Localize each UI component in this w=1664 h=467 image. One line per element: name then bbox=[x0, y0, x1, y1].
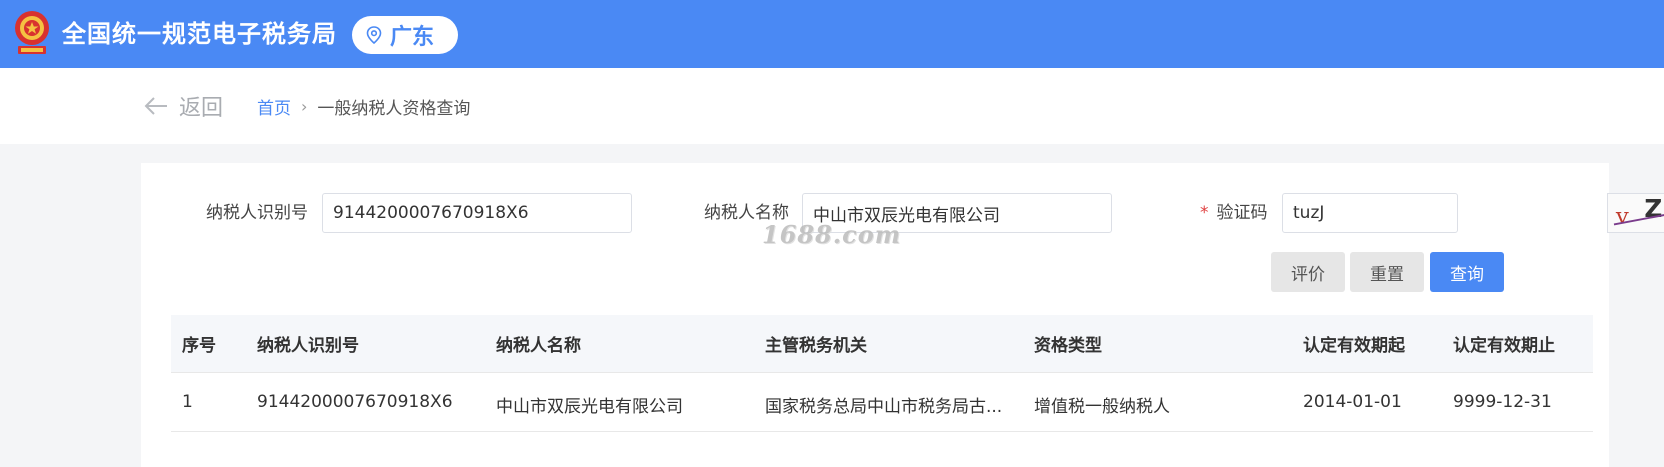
breadcrumb: 首页 › 一般纳税人资格查询 bbox=[257, 94, 470, 119]
top-header: 全国统一规范电子税务局 广东 bbox=[0, 0, 1664, 68]
back-button[interactable]: 返回 bbox=[143, 90, 223, 122]
nav-bar: 返回 首页 › 一般纳税人资格查询 bbox=[0, 68, 1664, 144]
column-header: 纳税人名称 bbox=[496, 336, 581, 356]
table-row[interactable]: 1 9144200007670918X6 中山市双辰光电有限公司 国家税务总局中… bbox=[171, 374, 1593, 432]
captcha-char: v bbox=[1615, 203, 1629, 229]
table-header: 序号 纳税人识别号 纳税人名称 主管税务机关 资格类型 认定有效期起 认定有效期… bbox=[171, 315, 1593, 373]
watermark-1688: 1688.com bbox=[762, 220, 902, 249]
query-button[interactable]: 查询 bbox=[1430, 252, 1504, 292]
cell-valid-from: 2014-01-01 bbox=[1303, 392, 1402, 412]
cell-tax-authority: 国家税务总局中山市税务局古... bbox=[765, 397, 1003, 417]
location-pin-icon bbox=[366, 26, 382, 44]
column-header: 序号 bbox=[182, 336, 216, 356]
back-label: 返回 bbox=[179, 96, 224, 121]
national-tax-emblem-icon bbox=[15, 11, 49, 54]
required-mark: * bbox=[1200, 203, 1209, 223]
column-header: 认定有效期止 bbox=[1453, 336, 1555, 356]
cell-taxpayer-name: 中山市双辰光电有限公司 bbox=[496, 397, 683, 417]
query-card: 纳税人识别号 纳税人名称 * 验证码 v Z Z h 评价 重置 查询 序号 纳税… bbox=[141, 163, 1664, 467]
region-selector[interactable]: 广东 bbox=[352, 16, 458, 54]
captcha-input[interactable] bbox=[1282, 193, 1458, 233]
breadcrumb-home[interactable]: 首页 bbox=[257, 94, 291, 119]
captcha-label-text: 验证码 bbox=[1216, 203, 1268, 223]
evaluate-button[interactable]: 评价 bbox=[1271, 252, 1345, 292]
cell-qualification-type: 增值税一般纳税人 bbox=[1034, 397, 1170, 417]
column-header: 主管税务机关 bbox=[765, 336, 867, 356]
region-label: 广东 bbox=[390, 25, 435, 50]
reset-button[interactable]: 重置 bbox=[1350, 252, 1424, 292]
taxpayer-id-input[interactable] bbox=[322, 193, 632, 233]
cell-taxpayer-id: 9144200007670918X6 bbox=[257, 392, 453, 412]
cell-index: 1 bbox=[182, 392, 193, 412]
column-header: 纳税人识别号 bbox=[257, 336, 359, 356]
captcha-label: * 验证码 bbox=[1200, 193, 1268, 233]
column-header: 认定有效期起 bbox=[1303, 336, 1405, 356]
results-table: 序号 纳税人识别号 纳税人名称 主管税务机关 资格类型 认定有效期起 认定有效期… bbox=[171, 315, 1593, 432]
breadcrumb-separator: › bbox=[301, 97, 308, 116]
taxpayer-id-label: 纳税人识别号 bbox=[206, 203, 308, 223]
captcha-image[interactable]: v Z Z h bbox=[1607, 193, 1664, 233]
arrow-left-icon bbox=[144, 97, 167, 115]
breadcrumb-current: 一般纳税人资格查询 bbox=[317, 99, 471, 119]
cell-valid-to: 9999-12-31 bbox=[1453, 392, 1552, 412]
column-header: 资格类型 bbox=[1034, 336, 1102, 356]
site-title: 全国统一规范电子税务局 bbox=[62, 20, 337, 48]
